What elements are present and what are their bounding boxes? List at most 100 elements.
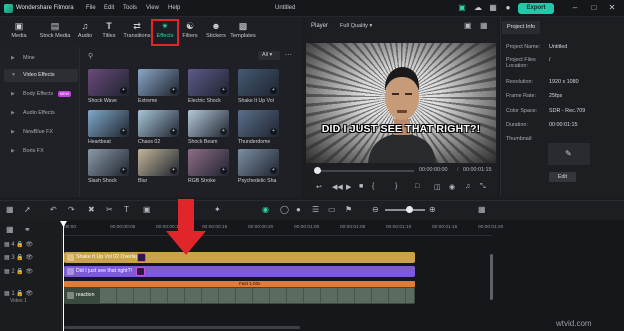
edit-button[interactable]: Edit: [549, 172, 576, 182]
quality-dropdown[interactable]: Full Quality ▾: [337, 21, 393, 31]
fullscreen-icon[interactable]: □: [415, 183, 419, 190]
add-effect-icon[interactable]: +: [120, 128, 127, 135]
image-icon[interactable]: ▦: [480, 21, 488, 30]
playhead-knob[interactable]: [314, 167, 321, 174]
more-options-icon[interactable]: ⋯: [285, 51, 292, 59]
clip-overlay-effect[interactable]: Shake It Up Vol 02 Overlay 0: [64, 252, 415, 263]
marker-icon[interactable]: ⚑: [345, 205, 352, 214]
zoom-slider-knob[interactable]: [406, 206, 413, 213]
split-icon[interactable]: ✂: [106, 205, 113, 214]
monitor-icon[interactable]: ◫: [434, 183, 441, 191]
effect-thumbnail[interactable]: +: [238, 69, 279, 96]
effect-thumbnail[interactable]: +: [138, 69, 179, 96]
text-icon[interactable]: T: [124, 205, 129, 214]
play-icon[interactable]: ▶: [346, 183, 351, 191]
snapshot-icon[interactable]: ▣: [464, 21, 472, 30]
menu-help[interactable]: Help: [168, 5, 180, 11]
add-effect-icon[interactable]: +: [170, 87, 177, 94]
category-audio-effects[interactable]: ▶ Audio Effects: [4, 107, 78, 120]
category-newblue-fx[interactable]: ▶ NewBlue FX: [4, 126, 78, 139]
add-effect-icon[interactable]: +: [220, 87, 227, 94]
effect-thumbnail[interactable]: +: [188, 149, 229, 176]
tab-stickers[interactable]: ☻ Stickers: [204, 19, 228, 45]
undo-icon[interactable]: ↶: [50, 205, 57, 214]
effect-thumbnail[interactable]: +: [88, 110, 129, 137]
menu-file[interactable]: File: [86, 5, 96, 11]
snap-icon[interactable]: ▭: [328, 205, 336, 214]
volume-icon[interactable]: ♫: [465, 183, 470, 190]
zoom-out-icon[interactable]: ⊖: [372, 205, 379, 214]
add-effect-icon[interactable]: +: [120, 167, 127, 174]
search-icon[interactable]: ⚲: [88, 52, 93, 60]
ai-tool-icon[interactable]: ✦: [214, 205, 221, 214]
zoom-in-icon[interactable]: ⊕: [429, 205, 436, 214]
clip-title-text[interactable]: Did I just see that right?!: [64, 266, 415, 277]
tab-project-info[interactable]: Project Info: [502, 21, 540, 34]
export-button[interactable]: Export: [518, 3, 554, 14]
select-tool-icon[interactable]: ➚: [24, 205, 31, 214]
playhead-line[interactable]: [63, 222, 64, 331]
stop-icon[interactable]: ■: [359, 183, 363, 190]
add-track-icon[interactable]: ▦: [6, 225, 14, 234]
shield-icon[interactable]: ◯: [280, 205, 289, 214]
tab-titles[interactable]: T Titles: [98, 19, 120, 45]
effect-thumbnail[interactable]: +: [138, 110, 179, 137]
tab-media[interactable]: ▣ Media: [6, 19, 32, 45]
list-icon[interactable]: ☰: [312, 205, 319, 214]
track-1-controls[interactable]: ▦ 1 🔒 👁: [4, 290, 33, 297]
add-effect-icon[interactable]: +: [120, 87, 127, 94]
effect-thumbnail[interactable]: +: [88, 149, 129, 176]
avatar-icon[interactable]: ●: [503, 3, 513, 13]
cloud-icon[interactable]: ☁: [473, 3, 483, 13]
effect-thumbnail[interactable]: +: [88, 69, 129, 96]
layout-icon[interactable]: ▦: [6, 205, 14, 214]
minimize-icon[interactable]: –: [570, 3, 580, 13]
tab-audio[interactable]: ♫ Audio: [74, 19, 96, 45]
tab-transitions[interactable]: ⇄ Transitions: [122, 19, 152, 45]
horizontal-scrollbar[interactable]: [64, 326, 300, 329]
expand-icon[interactable]: ⤡: [480, 183, 486, 191]
track-2-controls[interactable]: ▦ 2 🔒 👁: [4, 268, 33, 275]
auto-highlight-icon[interactable]: ◉: [262, 205, 269, 214]
add-effect-icon[interactable]: +: [220, 167, 227, 174]
delete-icon[interactable]: ✖: [88, 205, 95, 214]
add-effect-icon[interactable]: +: [270, 167, 277, 174]
filter-dropdown[interactable]: All ▾: [258, 51, 280, 60]
track-4-controls[interactable]: ▦ 4 🔒 👁: [4, 241, 33, 248]
tab-templates[interactable]: ▩ Templates: [229, 19, 257, 45]
tab-filters[interactable]: ☯ Filters: [180, 19, 200, 45]
tab-stock-media[interactable]: ▤ Stock Media: [36, 19, 74, 45]
mark-out-icon[interactable]: }: [395, 183, 397, 190]
prev-frame-icon[interactable]: ◀◀: [332, 183, 343, 191]
effect-thumbnail[interactable]: +: [138, 149, 179, 176]
category-boris-fx[interactable]: ▶ Boris FX: [4, 145, 78, 158]
camera-icon[interactable]: ◉: [449, 183, 455, 191]
menu-tools[interactable]: Tools: [123, 5, 137, 11]
gift-icon[interactable]: ▣: [457, 3, 467, 13]
menu-edit[interactable]: Edit: [104, 5, 114, 11]
add-effect-icon[interactable]: +: [220, 128, 227, 135]
zoom-slider[interactable]: [385, 209, 425, 211]
category-body-effects[interactable]: ▶ Body Effects NEW: [4, 88, 78, 101]
add-effect-icon[interactable]: +: [270, 128, 277, 135]
grid-icon[interactable]: ▦: [488, 3, 498, 13]
category-video-effects[interactable]: ▼ Video Effects: [4, 69, 78, 82]
add-effect-icon[interactable]: +: [170, 128, 177, 135]
effect-thumbnail[interactable]: +: [188, 110, 229, 137]
mark-in-icon[interactable]: {: [372, 183, 374, 190]
add-effect-icon[interactable]: +: [270, 87, 277, 94]
category-mine[interactable]: ▶ Mine: [4, 52, 78, 65]
track-3-controls[interactable]: ▦ 3 🔒 👁: [4, 254, 33, 261]
redo-icon[interactable]: ↷: [68, 205, 75, 214]
maximize-icon[interactable]: □: [589, 3, 599, 13]
thumbnail-preview[interactable]: ✎: [548, 143, 590, 165]
effect-thumbnail[interactable]: +: [188, 69, 229, 96]
link-icon[interactable]: ⚭: [24, 225, 31, 234]
vertical-scrollbar[interactable]: [490, 254, 493, 300]
menu-view[interactable]: View: [146, 5, 159, 11]
effect-thumbnail[interactable]: +: [238, 110, 279, 137]
mic-icon[interactable]: ●: [296, 205, 301, 214]
step-back-icon[interactable]: ↩: [316, 183, 322, 191]
crop-icon[interactable]: ▣: [143, 205, 151, 214]
effect-thumbnail[interactable]: +: [238, 149, 279, 176]
